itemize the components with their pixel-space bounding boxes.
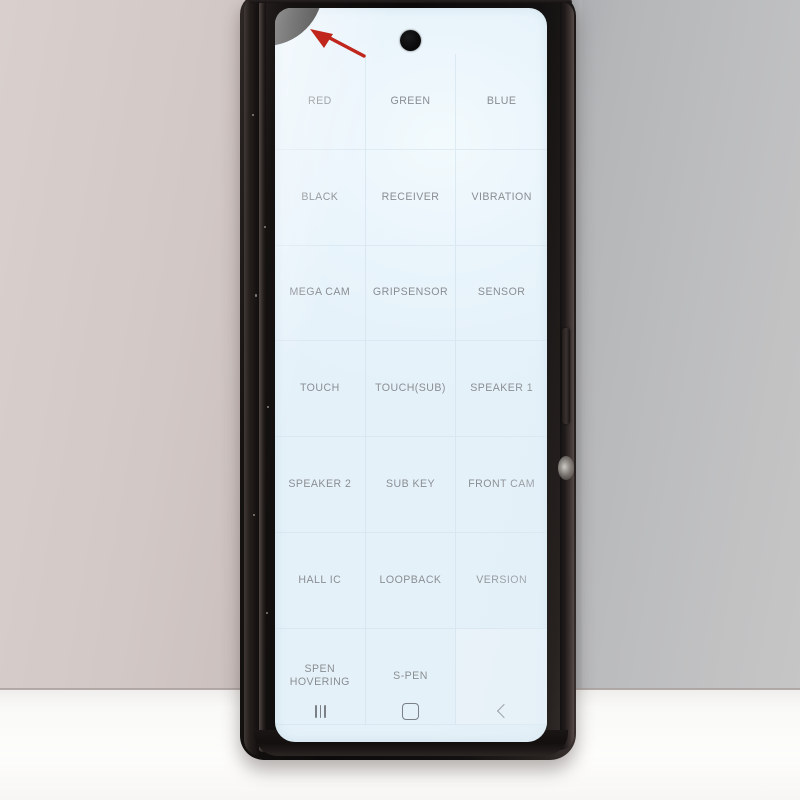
test-touch[interactable]: TOUCH bbox=[275, 341, 366, 438]
test-s-pen-label: S-PEN bbox=[393, 669, 428, 682]
background-wall-left-shading bbox=[0, 0, 260, 700]
home-icon bbox=[402, 702, 420, 720]
test-receiver[interactable]: RECEIVER bbox=[365, 149, 457, 246]
test-touch-sub-label: TOUCH(SUB) bbox=[375, 382, 446, 395]
test-speaker-1[interactable]: SPEAKER 1 bbox=[456, 341, 547, 438]
back-chevron-icon bbox=[496, 703, 511, 719]
test-touch-sub[interactable]: TOUCH(SUB) bbox=[365, 341, 457, 438]
test-red-label: RED bbox=[307, 94, 332, 107]
test-vibration-label: VIBRATION bbox=[471, 190, 532, 203]
bezel-speck bbox=[255, 294, 257, 297]
test-loopback-label: LOOPBACK bbox=[379, 573, 442, 586]
power-volume-side-button[interactable] bbox=[562, 328, 570, 424]
test-hall-ic-label: HALL IC bbox=[298, 573, 342, 586]
test-speaker-2-label: SPEAKER 2 bbox=[288, 477, 352, 490]
test-vibration[interactable]: VIBRATION bbox=[456, 150, 547, 246]
phone-top-bevel bbox=[250, 0, 572, 3]
test-front-cam-label: FRONT CAM bbox=[468, 477, 536, 490]
bezel-speck bbox=[252, 114, 254, 116]
test-black[interactable]: BLACK bbox=[275, 149, 366, 246]
red-arrow-annotation bbox=[310, 29, 366, 58]
test-gripsensor[interactable]: GRIPSENSOR bbox=[365, 245, 457, 342]
test-blue[interactable]: BLUE bbox=[456, 54, 547, 150]
recents-icon bbox=[314, 704, 326, 718]
test-speaker-1-label: SPEAKER 1 bbox=[470, 382, 534, 395]
test-speaker-2[interactable]: SPEAKER 2 bbox=[275, 437, 366, 533]
gray-panel-surface bbox=[556, 0, 800, 734]
test-sub-key[interactable]: SUB KEY bbox=[365, 437, 457, 533]
test-loopback[interactable]: LOOPBACK bbox=[365, 532, 457, 629]
test-sensor-label: SENSOR bbox=[477, 286, 526, 299]
test-blue-label: BLUE bbox=[486, 94, 517, 107]
test-spen-hovering-label: SPEN HOVERING bbox=[289, 662, 350, 689]
home-button[interactable] bbox=[391, 696, 431, 726]
test-black-label: BLACK bbox=[301, 190, 339, 203]
bezel-speck bbox=[266, 612, 268, 614]
foldable-phone: RED GREEN BLUE BLACK RECEIVER VIBRATION MEGA C… bbox=[240, 0, 576, 760]
bezel-speck bbox=[267, 406, 269, 408]
android-navigation-bar bbox=[275, 690, 547, 732]
test-version-label: VERSION bbox=[476, 573, 528, 586]
test-mega-cam-label: MEGA CAM bbox=[289, 286, 351, 299]
recents-button[interactable] bbox=[300, 696, 340, 726]
test-green[interactable]: GREEN bbox=[365, 54, 457, 150]
bezel-speck bbox=[253, 514, 255, 516]
photo-scene: RED GREEN BLUE BLACK RECEIVER VIBRATION MEGA C… bbox=[0, 0, 800, 800]
bezel-speck bbox=[264, 226, 266, 228]
service-mode-test-grid: RED GREEN BLUE BLACK RECEIVER VIBRATION MEGA C… bbox=[275, 54, 547, 725]
test-sensor[interactable]: SENSOR bbox=[456, 246, 547, 342]
test-touch-label: TOUCH bbox=[299, 382, 340, 395]
back-button[interactable] bbox=[482, 696, 522, 726]
test-green-label: GREEN bbox=[390, 94, 431, 107]
phone-spine-highlight bbox=[259, 0, 266, 752]
test-version[interactable]: VERSION bbox=[456, 533, 547, 629]
test-front-cam[interactable]: FRONT CAM bbox=[456, 437, 547, 533]
phone-screen[interactable]: RED GREEN BLUE BLACK RECEIVER VIBRATION MEGA C… bbox=[275, 8, 547, 742]
test-red[interactable]: RED bbox=[275, 54, 366, 150]
test-mega-cam[interactable]: MEGA CAM bbox=[275, 245, 366, 342]
test-hall-ic[interactable]: HALL IC bbox=[275, 532, 366, 629]
phone-side-scuff bbox=[558, 456, 574, 480]
front-camera-punch-hole-icon bbox=[400, 30, 421, 51]
test-receiver-label: RECEIVER bbox=[381, 190, 440, 203]
test-sub-key-label: SUB KEY bbox=[385, 477, 436, 490]
test-gripsensor-label: GRIPSENSOR bbox=[372, 286, 449, 299]
